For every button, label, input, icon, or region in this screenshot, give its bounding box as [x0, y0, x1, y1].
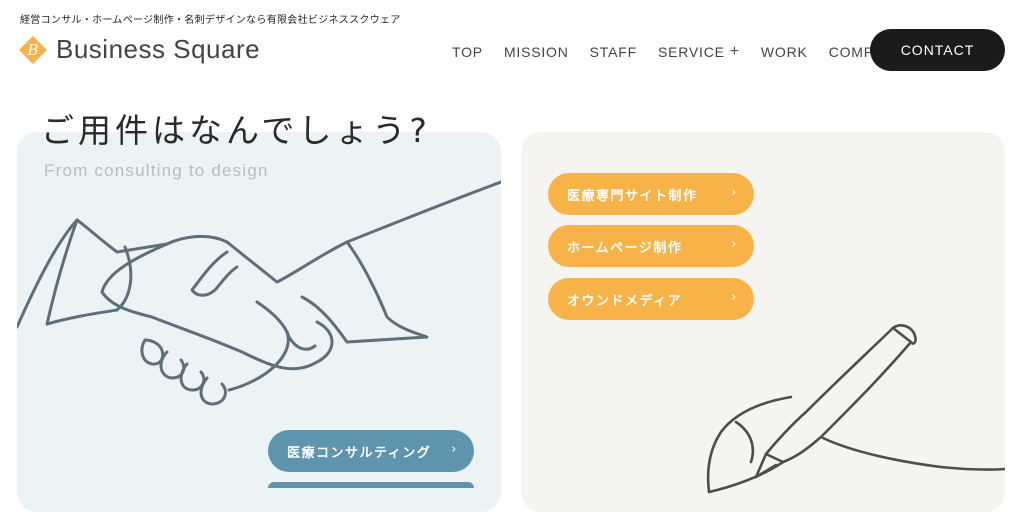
owned-media-label: オウンドメディア: [567, 293, 683, 309]
plus-icon: +: [729, 43, 740, 60]
nav-service-label: SERVICE: [657, 44, 725, 60]
nav-staff[interactable]: STAFF: [590, 43, 637, 61]
medical-site-label: 医療専門サイト制作: [567, 188, 698, 204]
nav-top[interactable]: TOP: [452, 43, 483, 61]
homepage-button[interactable]: ホームページ制作 ›: [548, 225, 754, 267]
hero-subtitle: From consulting to design: [44, 161, 269, 180]
nav-mission[interactable]: MISSION: [504, 43, 569, 61]
medical-consulting-button[interactable]: 医療コンサルティング ›: [268, 430, 474, 472]
owned-media-button[interactable]: オウンドメディア ›: [548, 278, 754, 320]
hero-title: ご用件はなんでしょう?: [41, 111, 431, 150]
chevron-right-icon: ›: [731, 290, 738, 305]
logo-letter: B: [26, 41, 38, 59]
contact-button[interactable]: CONTACT: [870, 29, 1005, 71]
logo-diamond-icon: B: [19, 35, 47, 64]
chevron-right-icon: ›: [451, 442, 458, 457]
chevron-right-icon: ›: [731, 185, 738, 200]
nav-service[interactable]: SERVICE +: [658, 43, 740, 61]
site-logo[interactable]: B Business Square: [18, 34, 260, 65]
site-tagline: 経営コンサル・ホームページ制作・名刺デザインなら有限会社ビジネススクウェア: [20, 15, 401, 26]
nav-work[interactable]: WORK: [761, 43, 808, 61]
homepage-label: ホームページ制作: [567, 240, 683, 256]
chevron-right-icon: ›: [731, 237, 738, 252]
medical-consulting-label: 医療コンサルティング: [287, 445, 432, 461]
main-nav: TOP MISSION STAFF SERVICE + WORK COMPANY: [452, 43, 925, 61]
next-service-button[interactable]: [268, 482, 474, 488]
logo-text: Business Square: [56, 34, 261, 64]
medical-site-button[interactable]: 医療専門サイト制作 ›: [548, 173, 754, 215]
